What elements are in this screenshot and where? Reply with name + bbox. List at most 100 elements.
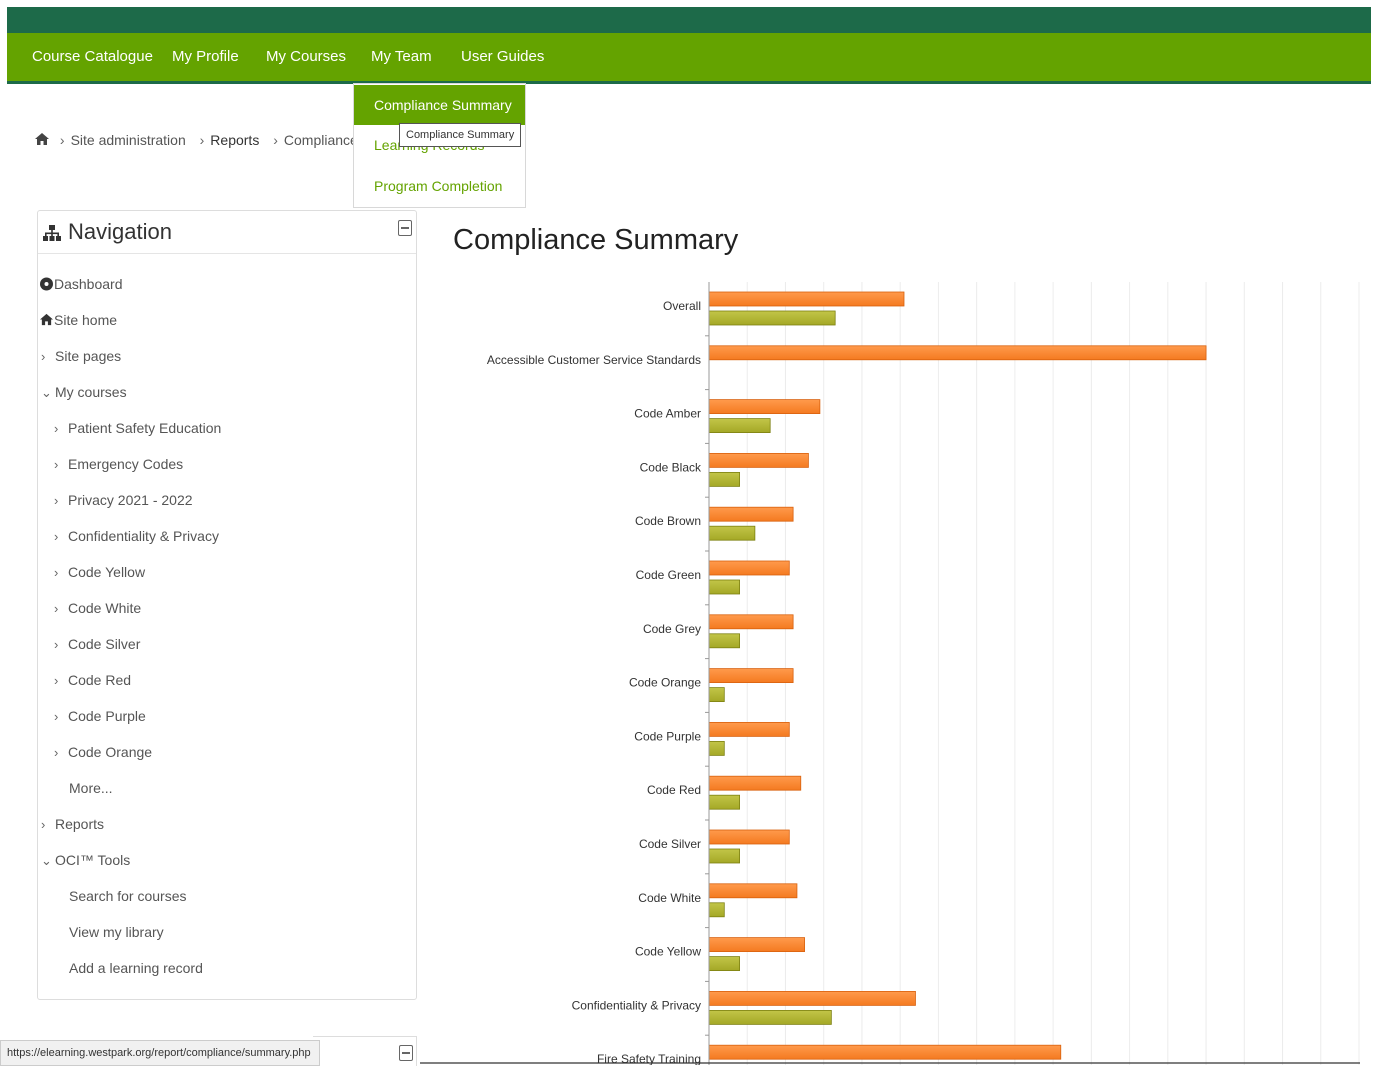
chevron-down-icon: ⌄ (41, 853, 52, 868)
nav-my-team[interactable]: My Team (371, 48, 432, 65)
nav-course-item[interactable]: › Code Orange (54, 744, 152, 760)
nav-more[interactable]: More... (69, 780, 113, 796)
bar-series-1 (708, 937, 805, 952)
dropdown-compliance-summary[interactable]: Compliance Summary (354, 85, 525, 125)
bar-series-2 (708, 310, 836, 326)
bar-series-2 (708, 687, 725, 703)
nav-course-item[interactable]: › Code Silver (54, 636, 140, 652)
bar-series-2 (708, 471, 740, 487)
breadcrumb: › Site administration › Reports › Complianc… (34, 132, 375, 148)
nav-my-profile[interactable]: My Profile (172, 48, 239, 65)
chevron-right-icon: › (54, 745, 59, 760)
chevron-right-icon: › (54, 529, 59, 544)
nav-dashboard[interactable]: Dashboard (39, 276, 123, 292)
category-label: Code Grey (643, 622, 701, 636)
chevron-right-icon: › (54, 709, 59, 724)
bar-series-2 (708, 740, 725, 756)
nav-oci-tools[interactable]: ⌄ OCI™ Tools (41, 852, 130, 869)
bar-series-1 (708, 614, 794, 630)
course-label: Code Silver (68, 636, 141, 652)
category-label: Code Red (647, 783, 701, 797)
course-label: Code White (68, 600, 142, 616)
top-header-bar (7, 7, 1371, 33)
status-bar-url: https://elearning.westpark.org/report/co… (0, 1040, 320, 1066)
navigation-title: Navigation (68, 219, 172, 244)
bar-series-2 (708, 579, 740, 595)
nav-site-home-label: Site home (54, 312, 118, 328)
sitemap-icon (43, 225, 61, 241)
compliance-bar-chart: Overall Accessible Customer Service Stand… (420, 282, 1360, 1065)
bar-series-2 (708, 794, 740, 810)
category-label: Code Orange (629, 676, 701, 690)
second-block (313, 1036, 417, 1066)
bar-series-2 (708, 1010, 832, 1025)
breadcrumb-reports[interactable]: Reports (210, 132, 259, 148)
nav-course-catalogue[interactable]: Course Catalogue (32, 48, 153, 65)
home-icon (40, 313, 53, 326)
bar-series-1 (708, 399, 821, 414)
chevron-right-icon: › (41, 349, 46, 364)
course-label: Confidentiality & Privacy (68, 528, 219, 544)
bar-series-2 (708, 633, 740, 649)
bar-series-1 (708, 560, 790, 576)
nav-view-library[interactable]: View my library (69, 924, 164, 940)
nav-course-item[interactable]: › Code Red (54, 672, 131, 688)
category-label: Overall (663, 299, 701, 313)
breadcrumb-site-admin[interactable]: Site administration (71, 132, 186, 148)
dropdown-program-completion[interactable]: Program Completion (354, 166, 525, 206)
chevron-down-icon: ⌄ (41, 385, 52, 400)
nav-course-item[interactable]: › Code Yellow (54, 564, 145, 580)
nav-site-pages[interactable]: › Site pages (41, 348, 121, 364)
category-label: Code Purple (634, 729, 701, 743)
nav-add-learning-record[interactable]: Add a learning record (69, 960, 203, 976)
bar-series-2 (708, 848, 740, 864)
bar-series-2 (708, 525, 756, 541)
nav-site-home[interactable]: Site home (39, 312, 117, 328)
bar-series-2 (708, 902, 725, 918)
chevron-right-icon: › (54, 421, 59, 436)
nav-course-item[interactable]: › Code Purple (54, 708, 146, 724)
bar-series-2 (708, 956, 740, 971)
nav-user-guides[interactable]: User Guides (461, 48, 544, 65)
nav-my-courses-label: My courses (55, 384, 127, 400)
chevron-right-icon: › (54, 601, 59, 616)
category-label: Code White (638, 891, 701, 905)
nav-course-item[interactable]: › Privacy 2021 - 2022 (54, 492, 193, 508)
course-label: Code Purple (68, 708, 146, 724)
course-label: Code Orange (68, 744, 153, 760)
nav-site-pages-label: Site pages (55, 348, 122, 364)
nav-my-courses[interactable]: My Courses (266, 48, 346, 65)
course-label: Code Red (68, 672, 132, 688)
nav-reports[interactable]: › Reports (41, 816, 104, 832)
collapse-icon[interactable] (399, 1045, 413, 1061)
bar-series-1 (708, 721, 790, 737)
dashboard-icon (40, 277, 53, 291)
category-label: Confidentiality & Privacy (572, 998, 701, 1012)
bar-series-1 (708, 291, 905, 307)
nav-reports-label: Reports (55, 816, 105, 832)
category-label: Code Black (640, 460, 702, 474)
collapse-icon[interactable] (398, 220, 412, 236)
bar-series-1 (708, 883, 798, 899)
nav-search-courses[interactable]: Search for courses (69, 888, 187, 904)
category-label: Code Green (636, 568, 701, 582)
nav-dashboard-label: Dashboard (54, 276, 123, 292)
bar-series-1 (708, 775, 802, 791)
nav-course-item[interactable]: › Emergency Codes (54, 456, 183, 472)
bar-series-1 (708, 668, 794, 684)
navigation-header: Navigation (38, 211, 416, 254)
tooltip: Compliance Summary (399, 123, 522, 147)
nav-my-courses[interactable]: ⌄ My courses (41, 384, 127, 401)
course-label: Privacy 2021 - 2022 (68, 492, 193, 508)
home-icon[interactable] (34, 132, 50, 146)
bar-series-1 (708, 345, 1207, 361)
bar-series-1 (708, 452, 809, 468)
nav-course-item[interactable]: › Code White (54, 600, 141, 616)
category-label: Code Silver (639, 837, 701, 851)
nav-course-item[interactable]: › Confidentiality & Privacy (54, 528, 219, 544)
chevron-right-icon: › (54, 637, 59, 652)
chevron-right-icon: › (54, 673, 59, 688)
course-label: Code Yellow (68, 564, 146, 580)
bar-series-1 (708, 506, 794, 522)
nav-course-item[interactable]: › Patient Safety Education (54, 420, 221, 436)
